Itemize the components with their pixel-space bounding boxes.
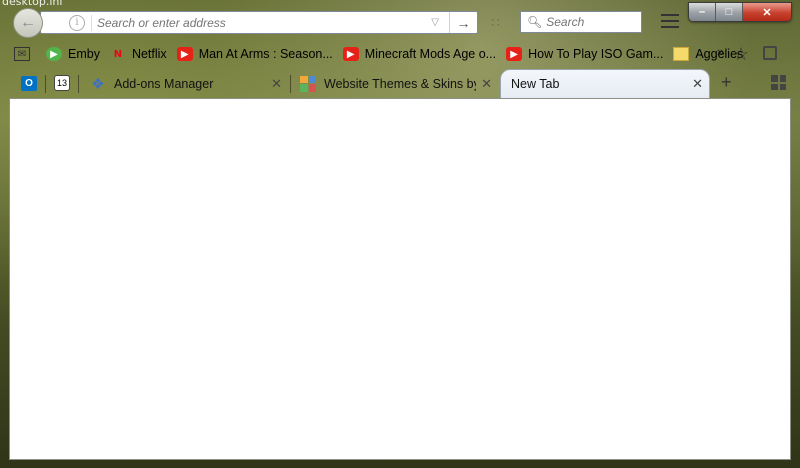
tab-new-tab[interactable]: New Tab ✕ <box>500 69 710 98</box>
bookmark-man-at-arms[interactable]: ▶ Man At Arms : Season... <box>176 47 333 61</box>
app-tab-outlook[interactable]: O <box>16 71 42 95</box>
search-input[interactable] <box>546 15 637 29</box>
page-content[interactable] <box>9 98 791 460</box>
netflix-icon: N <box>113 48 123 60</box>
close-button[interactable]: ✕ <box>743 3 791 21</box>
tab-label: New Tab <box>511 77 560 91</box>
bookmark-iso-games[interactable]: ▶ How To Play ISO Gam... <box>506 47 663 61</box>
tab-strip: O 13 ❖ Add-ons Manager ✕ Website Themes … <box>14 68 800 98</box>
rss-feed-icon[interactable]: ∷ <box>491 14 500 31</box>
youtube-icon: ▶ <box>506 47 523 61</box>
youtube-icon: ▶ <box>176 47 193 61</box>
address-input[interactable] <box>97 15 432 30</box>
tab-separator <box>78 75 79 93</box>
themes-icon <box>300 75 316 92</box>
bookmark-label: Netflix <box>131 47 167 61</box>
hamburger-line <box>661 26 679 28</box>
search-bar[interactable]: 🔍︎ <box>520 11 642 33</box>
bookmark-label: Man At Arms : Season... <box>198 47 333 61</box>
minimize-icon: – <box>698 6 706 18</box>
bookmark-label: Emby <box>68 47 100 61</box>
back-button[interactable]: ← <box>13 8 43 38</box>
tab-label: Add-ons Manager <box>114 76 214 91</box>
hamburger-line <box>661 14 679 16</box>
window-controls: – □ ✕ <box>688 2 792 22</box>
tab-separator <box>290 75 291 93</box>
site-info-icon[interactable]: i <box>69 14 85 31</box>
address-bar[interactable]: i ▽ → <box>40 11 478 34</box>
bookmarks-menu-icon[interactable] <box>763 46 777 60</box>
bookmark-label: Minecraft Mods Age o... <box>364 47 497 61</box>
outlook-icon: O <box>21 75 37 91</box>
maximize-icon: □ <box>725 6 733 18</box>
app-tab-calendar[interactable]: 13 <box>49 71 75 95</box>
close-tab-icon[interactable]: ✕ <box>692 76 703 92</box>
search-icon: 🔍︎ <box>527 15 543 29</box>
tab-label: Website Themes & Skins by S <box>324 76 476 91</box>
new-tab-button[interactable]: + <box>721 72 732 93</box>
close-tab-icon[interactable]: ✕ <box>481 76 492 92</box>
tab-website-themes[interactable]: Website Themes & Skins by S ✕ <box>292 71 498 96</box>
tab-groups-icon[interactable] <box>771 75 786 90</box>
bookmarks-toolbar: ✉ ▶ Emby N Netflix ▶ Man At Arms : Seaso… <box>14 44 794 64</box>
back-arrow-icon: ← <box>20 14 36 31</box>
menu-button[interactable] <box>659 12 681 30</box>
minimize-button[interactable]: – <box>689 3 716 21</box>
puzzle-icon: ❖ <box>91 75 105 93</box>
bookmark-netflix[interactable]: N Netflix <box>110 47 167 61</box>
bookmark-minecraft-mods[interactable]: ▶ Minecraft Mods Age o... <box>342 47 497 61</box>
close-tab-icon[interactable]: ✕ <box>271 76 282 92</box>
mail-icon: ✉ <box>14 47 30 61</box>
emby-icon: ▶ <box>46 47 62 61</box>
go-button[interactable]: → <box>449 12 477 33</box>
tab-addons-manager[interactable]: ❖ Add-ons Manager ✕ <box>82 71 288 96</box>
youtube-icon: ▶ <box>342 47 359 61</box>
history-dropdown-icon[interactable]: ▽ <box>431 17 439 28</box>
bookmarks-overflow-icon[interactable]: » <box>717 44 724 59</box>
bookmark-mail[interactable]: ✉ <box>14 47 36 61</box>
desktop-label: desktop.ini <box>2 0 63 8</box>
maximize-button[interactable]: □ <box>716 3 743 21</box>
bookmark-label: How To Play ISO Gam... <box>528 47 664 61</box>
go-arrow-icon: → <box>456 14 471 31</box>
hamburger-line <box>661 20 679 22</box>
close-icon: ✕ <box>762 6 772 19</box>
url-separator <box>91 14 92 31</box>
bookmark-star-icon[interactable]: ☆ <box>733 44 749 65</box>
bookmark-emby[interactable]: ▶ Emby <box>46 47 100 61</box>
folder-icon <box>673 47 690 61</box>
tab-separator <box>45 75 46 93</box>
calendar-icon: 13 <box>54 75 70 91</box>
